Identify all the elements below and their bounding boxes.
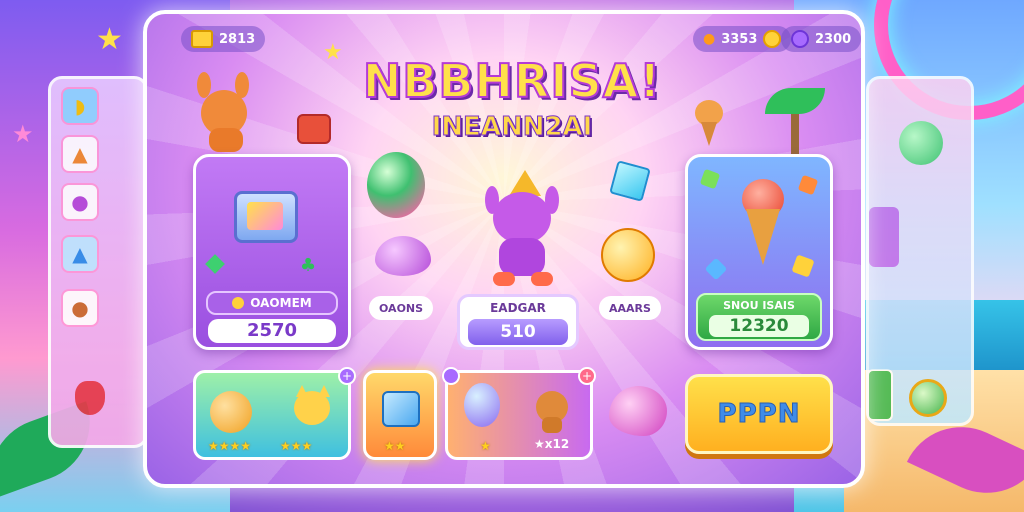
- reward-card-right[interactable]: SNOU ISAIS 12320: [685, 154, 833, 350]
- side-slot[interactable]: ●: [61, 289, 99, 327]
- kangaroo-character: [469, 170, 569, 288]
- badge-icon: [442, 367, 460, 385]
- gem-icon: [791, 30, 809, 48]
- center-left-label: OAONS: [369, 296, 434, 320]
- item-slot-2[interactable]: ★★: [363, 370, 437, 460]
- play-button[interactable]: PPPN: [685, 374, 833, 454]
- side-slot[interactable]: ◗: [61, 87, 99, 125]
- coin-counter[interactable]: ● 3353: [693, 26, 792, 52]
- star-icon: ★: [96, 22, 123, 57]
- right-card-value: 12320: [709, 315, 809, 337]
- candy-icon: [704, 257, 728, 281]
- gem-icon: [205, 254, 225, 274]
- right-card-label: SNOU ISAIS: [723, 299, 795, 312]
- pumpkin-icon: ●: [703, 31, 716, 47]
- jelly-candy-icon: [609, 386, 667, 436]
- fox-icon: ▲: [72, 142, 88, 166]
- star-icon: ★: [12, 120, 34, 148]
- star-icon: ★: [323, 40, 343, 65]
- side-slot[interactable]: ●: [61, 183, 99, 221]
- orb-icon[interactable]: [909, 379, 947, 417]
- add-icon[interactable]: +: [338, 367, 356, 385]
- star-rating: ★★★★: [208, 439, 252, 453]
- item-slot-3[interactable]: ★ ★x12 +: [442, 367, 596, 460]
- game-title: NBBHRISA!: [362, 53, 662, 109]
- candy-icon: [797, 174, 819, 196]
- main-game-window: 2813 ● 3353 2300 NBBHRISA! INEANN2AI ★ ♣: [143, 10, 865, 488]
- candy-icon: [791, 254, 815, 278]
- character-icon: ●: [71, 190, 89, 214]
- gift-box-icon: [297, 114, 331, 144]
- pumpkin-character-icon: [210, 391, 252, 433]
- orange-blob-character: [601, 228, 655, 282]
- gem-count: 2300: [815, 31, 852, 47]
- star-rating: ★★: [384, 439, 406, 453]
- left-side-panel: ◗ ▲ ● ▲ ●: [48, 76, 148, 448]
- left-card-label: OAOMEM: [206, 291, 338, 315]
- kangaroo-mascot: [187, 72, 261, 152]
- balloon-icon: [75, 381, 105, 415]
- right-side-panel: [866, 76, 974, 426]
- dice-icon: [382, 391, 420, 427]
- gem-counter[interactable]: 2300: [781, 26, 861, 52]
- leaf-icon: ♣: [300, 255, 317, 276]
- game-subtitle: INEANN2AI: [431, 112, 593, 143]
- center-stat-label: EADGAR: [490, 301, 546, 315]
- center-right-label: AAARS: [599, 296, 661, 320]
- computer-icon: [234, 191, 298, 243]
- side-button[interactable]: [867, 369, 893, 421]
- center-stat-box[interactable]: EADGAR 510: [457, 294, 579, 350]
- item-slot-1[interactable]: ★★★★ ★★★ +: [193, 367, 356, 460]
- ice-cream-icon: [736, 179, 790, 265]
- star-rating: ★: [480, 439, 491, 453]
- item-level: ★x12: [534, 437, 570, 451]
- candy-icon: [699, 168, 721, 190]
- coin-icon: [763, 30, 782, 48]
- cat-icon: ▲: [72, 242, 88, 266]
- side-slot[interactable]: ▲: [61, 235, 99, 273]
- fox-character-icon: [532, 387, 572, 433]
- balloon-icon: [899, 121, 943, 165]
- coin-count: 3353: [721, 31, 758, 47]
- add-icon[interactable]: +: [578, 367, 596, 385]
- side-slot[interactable]: ▲: [61, 135, 99, 173]
- ticket-icon: [191, 30, 213, 48]
- cat-character-icon: [292, 385, 332, 435]
- ticket-counter[interactable]: 2813: [181, 26, 266, 52]
- bear-icon: ●: [71, 296, 89, 320]
- balloon-icon: [367, 152, 425, 218]
- coin-icon: [232, 297, 245, 309]
- left-card-value: 2570: [208, 319, 336, 343]
- palm-tree-icon: [765, 88, 825, 158]
- jelly-bean-icon: [375, 236, 431, 276]
- right-card-panel: SNOU ISAIS 12320: [696, 293, 822, 341]
- robot-icon: [869, 207, 899, 267]
- fox-ice-cream-icon: [691, 100, 727, 146]
- balloon-icon: [464, 383, 500, 427]
- star-rating: ★★★: [280, 439, 313, 453]
- banana-icon: ◗: [74, 94, 86, 118]
- reward-card-left[interactable]: ♣ OAOMEM 2570: [193, 154, 351, 350]
- center-stat-value: 510: [468, 319, 568, 345]
- ticket-count: 2813: [219, 31, 256, 47]
